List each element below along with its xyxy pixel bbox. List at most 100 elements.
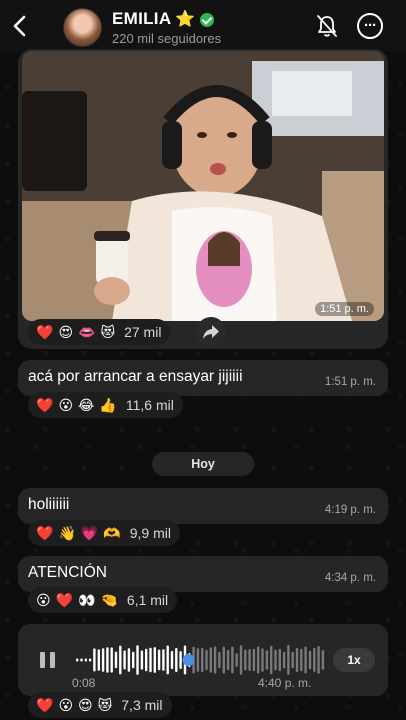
channel-header: EMILIA ⭐ 220 mil seguidores ··· xyxy=(0,0,406,52)
waveform-bar xyxy=(196,648,200,672)
more-options-icon[interactable]: ··· xyxy=(357,13,383,39)
waveform-bar xyxy=(123,650,126,670)
waveform-bar xyxy=(261,648,264,672)
waving-hand-emoji: 👋 xyxy=(58,524,76,541)
waveform-bar xyxy=(201,647,204,673)
waveform-bar xyxy=(106,647,109,673)
heart-hands-emoji: 🫶 xyxy=(103,524,121,541)
star-icon: ⭐ xyxy=(175,11,196,28)
waveform-bar xyxy=(291,651,294,669)
message-text: acá por arrancar a ensayar jijiiii xyxy=(28,368,243,385)
heart-emoji: ❤️ xyxy=(55,591,74,608)
surprised-emoji: 😮 xyxy=(36,591,51,608)
waveform-bar xyxy=(218,651,221,669)
heart-eyes-emoji: 😍 xyxy=(58,323,74,340)
pinching-hand-emoji: 🤏 xyxy=(100,591,118,608)
waveform-bar xyxy=(127,648,131,672)
share-button[interactable] xyxy=(196,317,226,347)
muted-bell-icon[interactable] xyxy=(316,14,338,38)
channel-avatar[interactable] xyxy=(63,8,102,47)
message-reactions[interactable]: 😮 ❤️ 👀 🤏 6,1 mil xyxy=(28,587,178,613)
playback-position-handle[interactable] xyxy=(182,654,195,666)
voice-waveform[interactable] xyxy=(76,642,326,678)
waveform-bar xyxy=(313,648,316,672)
waveform-bar xyxy=(321,650,325,670)
waveform-bar xyxy=(248,649,251,671)
waveform-bar xyxy=(300,648,303,672)
waveform-bar xyxy=(175,648,178,672)
message-text: holiiiiii xyxy=(28,496,70,513)
waveform-bar xyxy=(136,645,139,675)
photo-reactions[interactable]: ❤️ 😍 👄 😻 27 mil xyxy=(28,319,171,345)
reaction-count: 9,9 mil xyxy=(129,525,171,541)
waveform-bar xyxy=(132,651,135,669)
waveform-bar xyxy=(226,649,230,671)
back-arrow-icon[interactable] xyxy=(8,12,34,40)
thumbs-up-emoji: 👍 xyxy=(99,396,117,413)
channel-title-area[interactable]: EMILIA ⭐ 220 mil seguidores xyxy=(112,9,221,46)
voice-elapsed-time: 0:08 xyxy=(72,676,96,690)
waveform-bar xyxy=(274,649,277,671)
playback-speed-button[interactable]: 1x xyxy=(333,648,375,672)
heart-emoji: ❤️ xyxy=(36,396,54,413)
share-arrow-icon xyxy=(203,325,219,339)
pause-icon[interactable] xyxy=(40,652,56,668)
lips-emoji: 👄 xyxy=(78,323,96,340)
heart-eyes-cat-emoji: 😻 xyxy=(97,696,113,713)
waveform-bar xyxy=(235,653,238,667)
message-reactions[interactable]: ❤️ 👋 💗 🫶 9,9 mil xyxy=(28,520,180,546)
waveform-bar xyxy=(145,648,148,672)
waveform-bar xyxy=(76,658,79,662)
message-time: 4:34 p. m. xyxy=(324,572,376,584)
waveform-bar xyxy=(119,645,122,675)
waveform-bar xyxy=(295,647,299,673)
waveform-bar xyxy=(278,648,281,672)
message-time: 1:51 p. m. xyxy=(324,376,376,388)
waveform-bar xyxy=(252,648,256,672)
waveform-bar xyxy=(88,658,92,662)
followers-count: 220 mil seguidores xyxy=(112,31,222,46)
reaction-count: 6,1 mil xyxy=(126,592,169,608)
message-bubble[interactable]: holiiiiii 4:19 p. m. xyxy=(18,488,388,524)
waveform-bar xyxy=(308,650,312,670)
waveform-bar xyxy=(213,646,217,674)
selfie-car-illustration xyxy=(22,51,384,321)
heart-eyes-emoji: 😍 xyxy=(78,696,93,713)
waveform-bar xyxy=(231,646,234,674)
waveform-bar xyxy=(170,650,174,670)
waveform-bar xyxy=(244,649,247,671)
surprised-emoji: 😮 xyxy=(58,696,74,713)
voice-reactions[interactable]: ❤️ 😮 😍 😻 7,3 mil xyxy=(28,692,172,718)
waveform-bar xyxy=(265,650,269,670)
surprised-emoji: 😮 xyxy=(58,396,74,413)
waveform-bar xyxy=(140,650,144,670)
waveform-bar xyxy=(179,651,182,669)
waveform-bar xyxy=(162,649,165,671)
reaction-count: 27 mil xyxy=(124,324,162,340)
waveform-bar xyxy=(317,646,320,674)
waveform-bar xyxy=(304,646,307,674)
waveform-bar xyxy=(205,649,208,671)
message-reactions[interactable]: ❤️ 😮 😂 👍 11,6 mil xyxy=(28,392,183,418)
waveform-bar xyxy=(282,651,286,669)
waveform-bar xyxy=(270,645,273,675)
waveform-bar xyxy=(239,645,243,675)
waveform-bar xyxy=(287,645,290,675)
voice-message-bubble: 1x 0:08 4:40 p. m. xyxy=(18,624,388,696)
eyes-emoji: 👀 xyxy=(78,591,96,608)
heart-emoji: ❤️ xyxy=(36,524,54,541)
channel-name: EMILIA xyxy=(112,9,172,28)
waveform-bar xyxy=(149,647,152,673)
laughing-emoji: 😂 xyxy=(78,396,95,413)
waveform-bar xyxy=(222,646,225,674)
photo-message-image[interactable]: 1:51 p. m. xyxy=(22,51,384,321)
date-separator: Hoy xyxy=(152,452,254,476)
verified-badge-icon xyxy=(199,13,214,27)
waveform-bar xyxy=(114,651,118,669)
heart-eyes-cat-emoji: 😻 xyxy=(100,323,116,340)
waveform-bar xyxy=(257,646,260,674)
message-bubble[interactable]: acá por arrancar a ensayar jijiiii 1:51 … xyxy=(18,360,388,396)
message-time: 4:19 p. m. xyxy=(324,504,376,516)
waveform-bar xyxy=(101,648,105,672)
heart-emoji: ❤️ xyxy=(36,323,54,340)
